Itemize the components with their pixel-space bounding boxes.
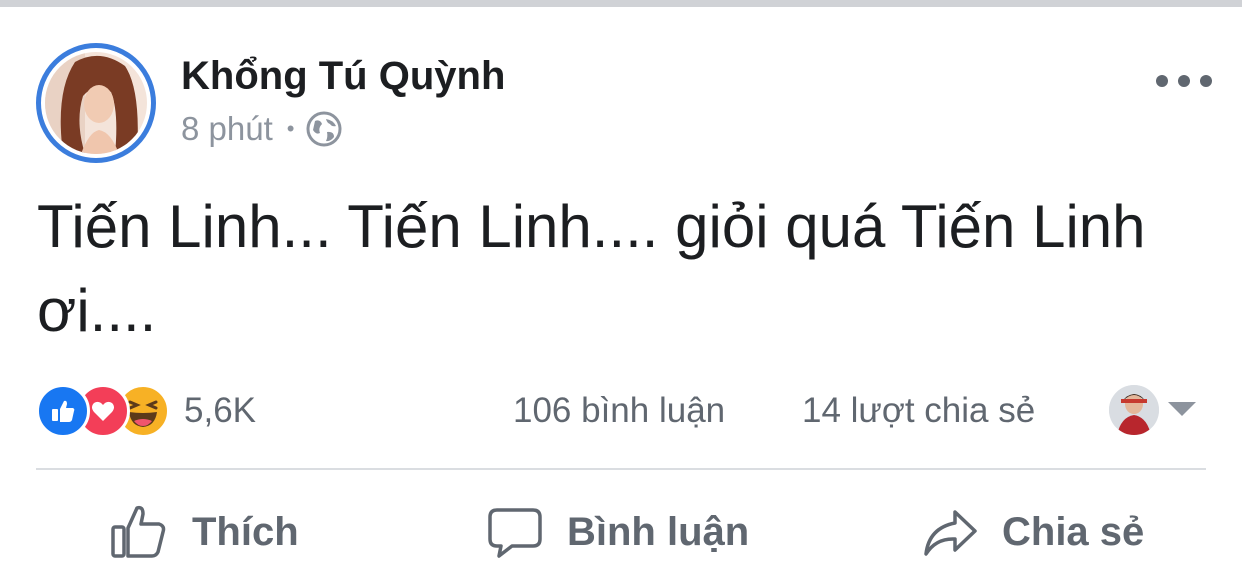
like-label: Thích: [192, 509, 299, 554]
comment-button[interactable]: Bình luận: [487, 497, 749, 567]
share-arrow-icon: [924, 510, 977, 556]
post-time[interactable]: 8 phút: [181, 110, 273, 148]
top-divider-bar: [0, 0, 1242, 7]
chevron-down-icon[interactable]: [1168, 402, 1196, 416]
like-reaction-icon: [36, 384, 90, 438]
post-text: Tiến Linh... Tiến Linh.... giỏi quá Tiến…: [37, 193, 1146, 344]
comment-count[interactable]: 106 bình luận: [513, 388, 725, 434]
author-name[interactable]: Khổng Tú Quỳnh: [181, 52, 505, 100]
viewer-avatar[interactable]: [1109, 385, 1159, 435]
share-label: Chia sẻ: [1002, 509, 1145, 554]
reaction-count: 5,6K: [184, 391, 256, 430]
share-button[interactable]: Chia sẻ: [922, 497, 1144, 567]
comment-icon: [488, 508, 542, 558]
actions-divider: [36, 468, 1206, 470]
thumbs-up-icon: [111, 505, 166, 558]
post-meta: 8 phút •: [181, 107, 342, 151]
meta-separator: •: [286, 116, 295, 141]
more-options-icon[interactable]: [1156, 64, 1212, 98]
share-count[interactable]: 14 lượt chia sẻ: [802, 388, 1035, 434]
comment-label: Bình luận: [567, 509, 750, 554]
reactions-summary[interactable]: 5,6K: [36, 384, 256, 438]
like-button[interactable]: Thích: [110, 497, 299, 567]
globe-icon: [306, 111, 342, 147]
author-avatar[interactable]: [36, 43, 156, 163]
